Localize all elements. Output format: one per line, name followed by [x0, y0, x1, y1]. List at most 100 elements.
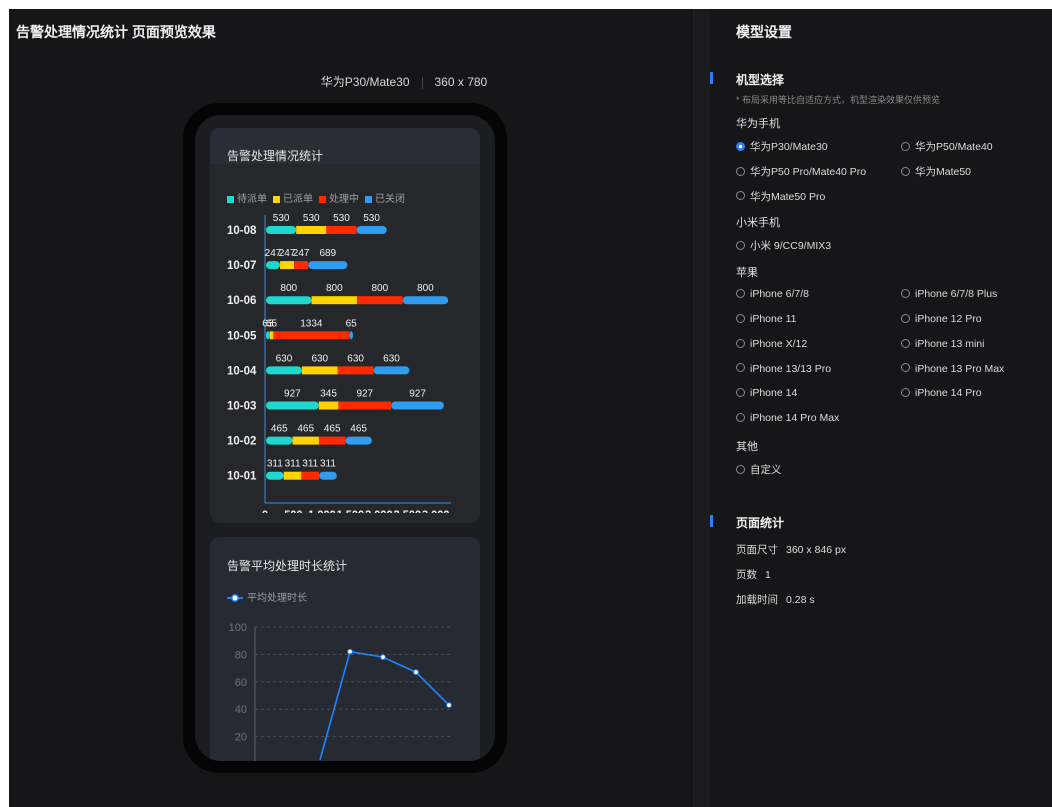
avg-duration-card: 告警平均处理时长统计 平均处理时长 100 80 60 40 20 [210, 537, 480, 761]
data-label: 530 [303, 213, 320, 224]
radio-circle-icon[interactable] [736, 338, 745, 348]
data-label: 927 [356, 389, 373, 400]
radio-option[interactable]: iPhone 11 [736, 313, 797, 325]
section-title-model: 机型选择 [736, 73, 785, 87]
radio-option[interactable]: 自定义 [736, 462, 782, 477]
radio-circle-icon[interactable] [901, 313, 910, 323]
bar-segment [391, 401, 444, 410]
radio-circle-icon[interactable] [736, 288, 745, 298]
bar-segment [345, 436, 372, 445]
radio-circle-icon[interactable] [901, 363, 910, 373]
radio-label: iPhone X/12 [750, 337, 808, 350]
data-point [380, 654, 386, 661]
radio-label: iPhone 14 Pro Max [750, 412, 840, 425]
device-name: 华为P30/Mate30 [320, 75, 410, 89]
stacked-bar-chart: 10-08530 530 530 53010-07247247247 68910-068… [227, 213, 451, 513]
radio-circle-icon[interactable] [736, 141, 745, 151]
data-label: 247 [293, 248, 310, 259]
x-tick-label: 0 [262, 509, 268, 513]
device-info-divider [421, 76, 423, 89]
bar-segment [269, 331, 274, 340]
phone-screen[interactable]: 告警处理情况统计 待派单 已派单 处理中 已关闭 10-08 530 530 530 530 1… [195, 115, 495, 761]
y-tick-label: 10-05 [227, 330, 257, 342]
radio-label: iPhone 6/7/8 [750, 288, 809, 301]
bar-segment [273, 331, 350, 340]
radio-circle-icon[interactable] [736, 412, 745, 422]
radio-option[interactable]: iPhone 13 mini [901, 338, 984, 350]
radio-circle-icon[interactable] [901, 166, 910, 176]
radio-label: iPhone 11 [750, 313, 797, 325]
legend-line-marker-icon [227, 594, 243, 603]
radio-label: 华为Mate50 Pro [750, 190, 826, 203]
y-tick-label: 40 [235, 704, 247, 716]
radio-circle-icon[interactable] [736, 388, 745, 398]
alarm-stats-card: 告警处理情况统计 待派单 已派单 处理中 已关闭 10-08 530 530 530 530 1… [210, 128, 480, 523]
bar-segment [319, 471, 337, 480]
radio-circle-icon[interactable] [901, 141, 910, 151]
phone-frame: 告警处理情况统计 待派单 已派单 处理中 已关闭 10-08 530 530 530 530 1… [183, 103, 507, 773]
y-tick-label: 10-08 [227, 225, 257, 237]
radio-option[interactable]: iPhone 14 [736, 387, 797, 399]
y-tick-label: 20 [235, 732, 247, 744]
series-line [319, 650, 450, 761]
data-point [413, 669, 419, 676]
data-label: 800 [326, 283, 343, 294]
bar-segment [296, 226, 327, 234]
y-tick-label: 10-03 [227, 401, 256, 413]
radio-option[interactable]: iPhone 12 Pro [901, 313, 982, 325]
pane-splitter[interactable] [693, 9, 711, 807]
bar-segment [337, 366, 374, 375]
radio-option[interactable]: iPhone 6/7/8 [736, 288, 809, 300]
radio-circle-icon[interactable] [901, 338, 910, 348]
radio-option[interactable]: iPhone 14 Pro [901, 387, 982, 399]
radio-option[interactable]: 华为P50 Pro/Mate40 Pro [736, 164, 866, 179]
radio-option[interactable]: iPhone 13/13 Pro [736, 363, 831, 375]
bar-segment [356, 226, 387, 234]
bar-segment [266, 401, 319, 410]
legend-label: 平均处理时长 [247, 593, 307, 604]
radio-option[interactable]: iPhone X/12 [736, 338, 807, 350]
radio-label: 华为Mate50 [915, 165, 972, 178]
y-tick-label: 10-06 [227, 295, 256, 307]
radio-label: 华为P30/Mate30 [750, 141, 828, 153]
x-tick-label: 2,000 [365, 509, 393, 513]
data-label: 465 [271, 424, 288, 435]
radio-option[interactable]: 华为P50/Mate40 [901, 139, 993, 154]
chart-legend[interactable]: 平均处理时长 [227, 589, 307, 604]
data-label: 927 [409, 389, 426, 400]
radio-label: iPhone 13 Pro Max [915, 362, 1005, 375]
radio-option[interactable]: 小米 9/CC9/MIX3 [736, 238, 831, 253]
radio-option[interactable]: iPhone 14 Pro Max [736, 412, 839, 424]
radio-option[interactable]: iPhone 6/7/8 Plus [901, 288, 997, 300]
radio-circle-icon[interactable] [736, 464, 745, 474]
bar-segment [283, 471, 302, 480]
data-label: 345 [320, 389, 337, 400]
data-label: 311 [302, 459, 318, 470]
y-tick-label: 80 [235, 649, 247, 661]
radio-circle-icon[interactable] [736, 313, 745, 323]
radio-label: 自定义 [750, 464, 782, 476]
line-chart: 100 80 60 40 20 [229, 622, 453, 761]
radio-option[interactable]: 华为Mate50 Pro [736, 189, 825, 204]
stat-row: 页数 1 [736, 567, 771, 582]
y-tick-label: 60 [235, 677, 247, 689]
radio-label: 小米 9/CC9/MIX3 [750, 240, 832, 253]
data-label: 530 [363, 213, 380, 224]
radio-option[interactable]: 华为Mate50 [901, 164, 971, 179]
data-point [347, 648, 353, 655]
device-info-bar: 华为P30/Mate30 360 x 780 [9, 73, 799, 90]
bar-segment [349, 331, 354, 340]
radio-label: iPhone 14 Pro [915, 387, 982, 400]
radio-option[interactable]: iPhone 13 Pro Max [901, 363, 1004, 375]
radio-circle-icon[interactable] [901, 288, 910, 298]
bar-segment [311, 296, 358, 305]
radio-circle-icon[interactable] [901, 388, 910, 398]
radio-circle-icon[interactable] [736, 191, 745, 201]
data-label: 530 [273, 213, 290, 224]
radio-circle-icon[interactable] [736, 166, 745, 176]
radio-circle-icon[interactable] [736, 241, 745, 251]
radio-option[interactable]: 华为P30/Mate30 [736, 139, 828, 154]
stat-value: 0.28 s [786, 594, 815, 606]
layout-hint: * 布局采用等比自适应方式，机型渲染效果仅供预览 [736, 95, 941, 105]
radio-circle-icon[interactable] [736, 363, 745, 373]
